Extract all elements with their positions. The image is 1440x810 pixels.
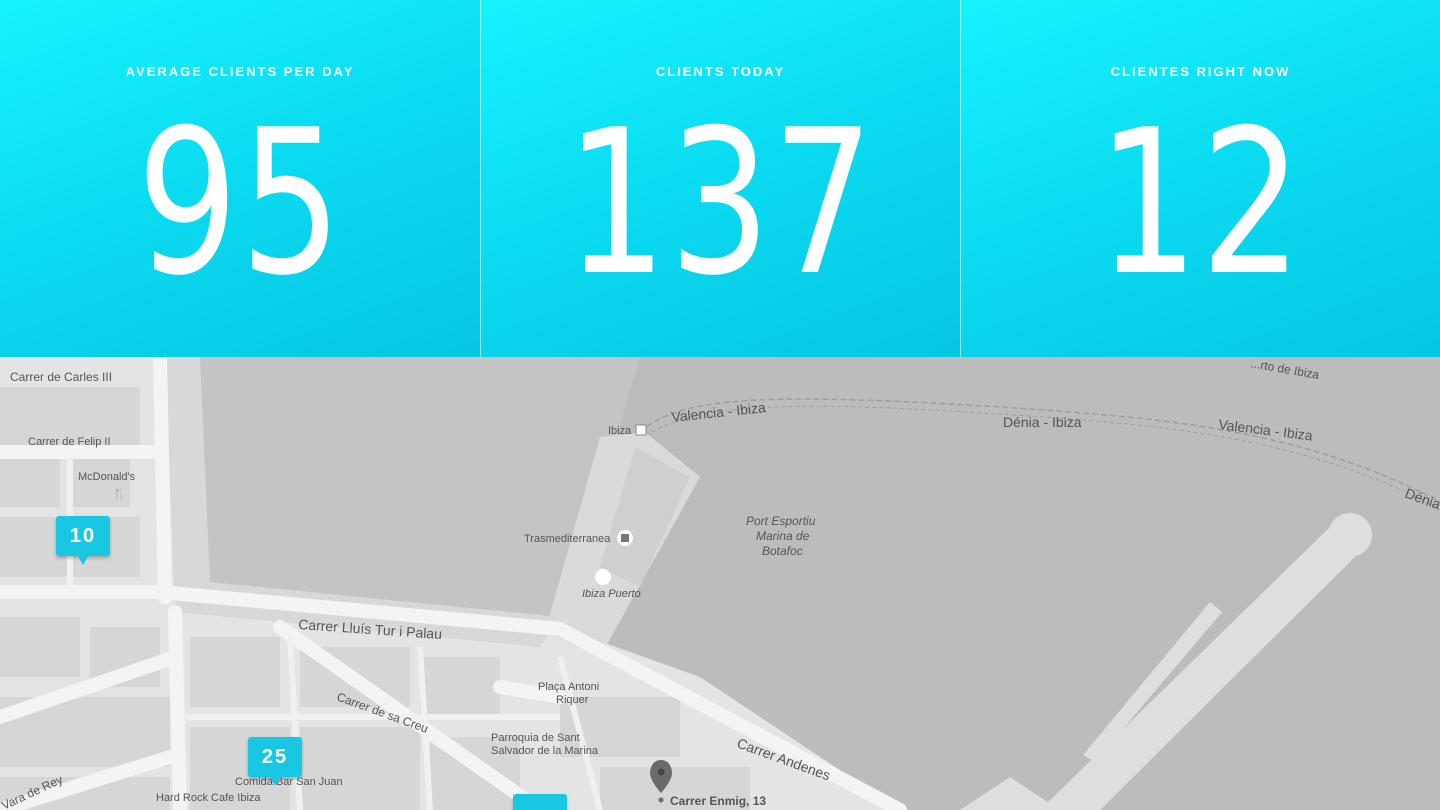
stat-value: 95	[136, 87, 344, 320]
label-carles: Carrer de Carles III	[10, 370, 112, 384]
stat-label: CLIENTS TODAY	[655, 64, 786, 79]
cluster-pin[interactable]: 25	[248, 737, 302, 786]
label-port-3: Botafoc	[762, 544, 803, 558]
label-parroquia-2: Salvador de la Marina	[491, 745, 599, 757]
map-canvas[interactable]: Carrer de Carles III Carrer de Felip II …	[0, 357, 1440, 810]
stat-clients-today: CLIENTS TODAY 137	[480, 0, 960, 357]
map-view[interactable]: Carrer de Carles III Carrer de Felip II …	[0, 357, 1440, 810]
cluster-pin[interactable]	[513, 794, 567, 810]
landmark-icon	[595, 569, 611, 585]
stat-value: 12	[1097, 87, 1304, 320]
stat-clients-now: CLIENTES RIGHT NOW 12	[960, 0, 1440, 357]
label-enmig: Carrer Enmig, 13	[670, 794, 766, 808]
ferry-terminal-icon	[635, 424, 647, 436]
cluster-pin[interactable]: 10	[56, 516, 110, 565]
stat-label: AVERAGE CLIENTS PER DAY	[125, 64, 355, 79]
label-ibiza: Ibiza	[608, 425, 632, 437]
restaurant-icon: 🍴	[112, 487, 127, 501]
label-felip: Carrer de Felip II	[28, 436, 111, 448]
label-ibiza-puerto: Ibiza Puerto	[582, 588, 641, 600]
label-placa-2: Riquer	[556, 694, 589, 706]
label-port-2: Marina de	[756, 529, 810, 543]
breakwater-head	[1328, 513, 1372, 557]
stat-average-clients: AVERAGE CLIENTS PER DAY 95	[0, 0, 480, 357]
label-port-1: Port Esportiu	[746, 514, 816, 528]
label-mcdonalds: McDonald's	[78, 471, 136, 483]
stat-label: CLIENTES RIGHT NOW	[1110, 64, 1291, 79]
label-parroquia-1: Parroquia de Sant	[491, 732, 580, 744]
label-comida: Comida Bar San Juan	[235, 776, 343, 788]
stats-row: AVERAGE CLIENTS PER DAY 95 CLIENTS TODAY…	[0, 0, 1440, 357]
label-placa-1: Plaça Antoni	[538, 681, 599, 693]
label-trasmediterranea: Trasmediterranea	[524, 533, 611, 545]
label-hardrock: Hard Rock Cafe Ibiza	[156, 792, 261, 804]
label-denia-ibiza: Dénia - Ibiza	[1003, 414, 1082, 430]
stat-value: 137	[565, 87, 876, 320]
